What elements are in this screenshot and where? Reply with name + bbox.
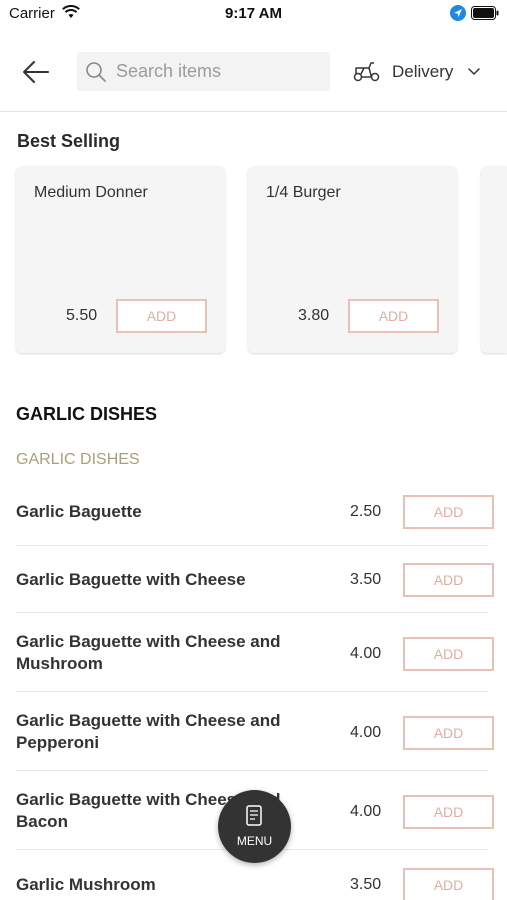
search-placeholder: Search items (116, 61, 222, 81)
category-title: GARLIC DISHES (16, 404, 158, 424)
add-button[interactable]: ADD (403, 868, 494, 900)
status-bar: Carrier 9:17 AM (0, 0, 507, 28)
best-selling-title: Best Selling (17, 131, 121, 151)
search-input[interactable]: Search items (77, 52, 330, 91)
order-mode-label: Delivery (392, 62, 454, 81)
battery-icon (471, 6, 499, 20)
menu-item-price: 3.50 (350, 876, 382, 893)
menu-item-row[interactable]: Garlic Baguette 2.50 ADD (16, 478, 494, 546)
back-button[interactable] (20, 56, 52, 88)
menu-item-name: Garlic Baguette with Cheese and Mushroom (16, 632, 281, 673)
best-selling-card[interactable]: 1/4 Burger 3.80 ADD (248, 166, 457, 353)
best-selling-card-partial[interactable] (481, 166, 507, 353)
card-item-price: 5.50 (66, 307, 98, 324)
menu-item-name: Garlic Mushroom (16, 875, 156, 894)
location-icon (450, 5, 466, 21)
menu-book-icon (246, 805, 262, 826)
card-item-name: 1/4 Burger (266, 184, 341, 201)
menu-button-label: MENU (236, 834, 273, 848)
add-button[interactable]: ADD (403, 637, 494, 671)
add-button[interactable]: ADD (403, 716, 494, 750)
menu-item-price: 4.00 (350, 724, 382, 741)
menu-item-price: 4.00 (350, 645, 382, 662)
scooter-icon (353, 62, 380, 82)
add-button[interactable]: ADD (403, 795, 494, 829)
order-mode-dropdown[interactable]: Delivery (352, 52, 492, 91)
menu-item-row[interactable]: Garlic Baguette with Cheese and Pepperon… (16, 692, 494, 771)
status-time: 9:17 AM (225, 5, 282, 22)
add-button[interactable]: ADD (116, 299, 207, 333)
search-icon (86, 62, 106, 82)
add-button[interactable]: ADD (348, 299, 439, 333)
menu-item-name: Garlic Baguette with Cheese (16, 570, 246, 589)
menu-item-price: 4.00 (350, 803, 382, 820)
add-button[interactable]: ADD (403, 563, 494, 597)
card-item-price: 3.80 (298, 307, 330, 324)
menu-item-price: 2.50 (350, 503, 382, 520)
chevron-down-icon (468, 68, 480, 76)
best-selling-card[interactable]: Medium Donner 5.50 ADD (16, 166, 225, 353)
subcategory-title: GARLIC DISHES (16, 451, 140, 468)
menu-item-name: Garlic Baguette (16, 502, 142, 521)
menu-item-name: Garlic Baguette with Cheese and Pepperon… (16, 711, 281, 752)
menu-item-price: 3.50 (350, 571, 382, 588)
card-item-name: Medium Donner (34, 184, 148, 201)
menu-item-row[interactable]: Garlic Baguette with Cheese 3.50 ADD (16, 546, 494, 613)
menu-button[interactable]: MENU (218, 790, 291, 863)
top-bar: Search items Delivery (0, 40, 507, 112)
arrow-left-icon (23, 61, 49, 83)
menu-item-row[interactable]: Garlic Baguette with Cheese and Mushroom… (16, 613, 494, 692)
add-button[interactable]: ADD (403, 495, 494, 529)
